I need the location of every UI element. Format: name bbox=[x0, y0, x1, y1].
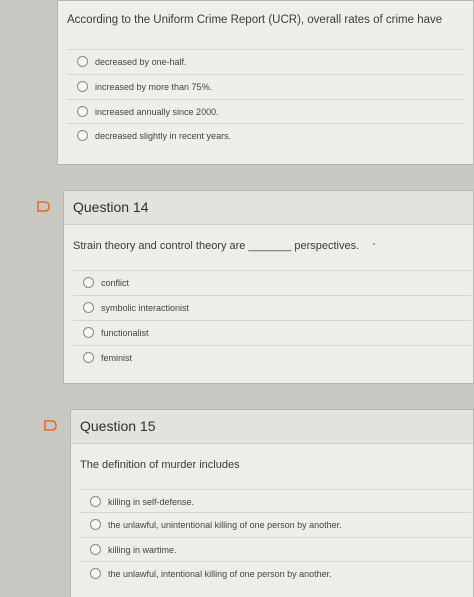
option-label: the unlawful, intentional killing of one… bbox=[108, 568, 332, 579]
question-14-card: Question 14 Strain theory and control th… bbox=[63, 190, 474, 384]
question-14-title: Question 14 bbox=[73, 199, 149, 215]
radio-button[interactable] bbox=[83, 277, 94, 288]
question-15-title: Question 15 bbox=[80, 418, 156, 434]
stray-dot bbox=[373, 243, 375, 245]
q13-option-3[interactable]: increased annually since 2000. bbox=[67, 99, 465, 123]
q15-option-4[interactable]: the unlawful, intentional killing of one… bbox=[80, 561, 471, 585]
radio-button[interactable] bbox=[83, 302, 94, 313]
question-15-prompt: The definition of murder includes bbox=[80, 459, 240, 471]
option-label: increased by more than 75%. bbox=[95, 81, 213, 92]
radio-button[interactable] bbox=[90, 568, 101, 579]
q14-option-1[interactable]: conflict bbox=[73, 270, 471, 294]
flag-question-icon[interactable] bbox=[37, 201, 51, 212]
option-label: decreased by one-half. bbox=[95, 56, 187, 67]
radio-button[interactable] bbox=[77, 81, 88, 92]
q15-option-3[interactable]: killing in wartime. bbox=[80, 537, 471, 561]
option-label: killing in self-defense. bbox=[108, 496, 195, 507]
q13-option-2[interactable]: increased by more than 75%. bbox=[67, 74, 465, 98]
option-label: decreased slightly in recent years. bbox=[95, 130, 232, 141]
radio-button[interactable] bbox=[77, 106, 88, 117]
flag-question-icon[interactable] bbox=[44, 420, 58, 431]
q13-option-1[interactable]: decreased by one-half. bbox=[67, 49, 465, 73]
radio-button[interactable] bbox=[77, 130, 88, 141]
question-13-prompt: According to the Uniform Crime Report (U… bbox=[67, 14, 443, 26]
radio-button[interactable] bbox=[90, 496, 101, 507]
question-14-header: Question 14 bbox=[64, 191, 473, 225]
q15-option-1[interactable]: killing in self-defense. bbox=[80, 489, 471, 513]
radio-button[interactable] bbox=[83, 327, 94, 338]
q14-option-2[interactable]: symbolic interactionist bbox=[73, 295, 471, 319]
q13-option-4[interactable]: decreased slightly in recent years. bbox=[67, 123, 465, 147]
question-14-prompt: Strain theory and control theory are ___… bbox=[73, 240, 360, 252]
question-15-header: Question 15 bbox=[71, 410, 473, 444]
option-label: increased annually since 2000. bbox=[95, 106, 219, 117]
q15-option-2[interactable]: the unlawful, unintentional killing of o… bbox=[80, 512, 471, 536]
radio-button[interactable] bbox=[90, 519, 101, 530]
option-label: the unlawful, unintentional killing of o… bbox=[108, 519, 342, 530]
option-label: symbolic interactionist bbox=[101, 302, 190, 313]
option-label: feminist bbox=[101, 352, 133, 363]
radio-button[interactable] bbox=[77, 56, 88, 67]
question-13-card: According to the Uniform Crime Report (U… bbox=[57, 0, 474, 165]
q14-option-3[interactable]: functionalist bbox=[73, 320, 471, 344]
option-label: killing in wartime. bbox=[108, 544, 177, 555]
radio-button[interactable] bbox=[90, 544, 101, 555]
option-label: conflict bbox=[101, 277, 130, 288]
option-label: functionalist bbox=[101, 327, 149, 338]
question-15-card: Question 15 The definition of murder inc… bbox=[70, 409, 474, 597]
q14-option-4[interactable]: feminist bbox=[73, 345, 471, 369]
radio-button[interactable] bbox=[83, 352, 94, 363]
